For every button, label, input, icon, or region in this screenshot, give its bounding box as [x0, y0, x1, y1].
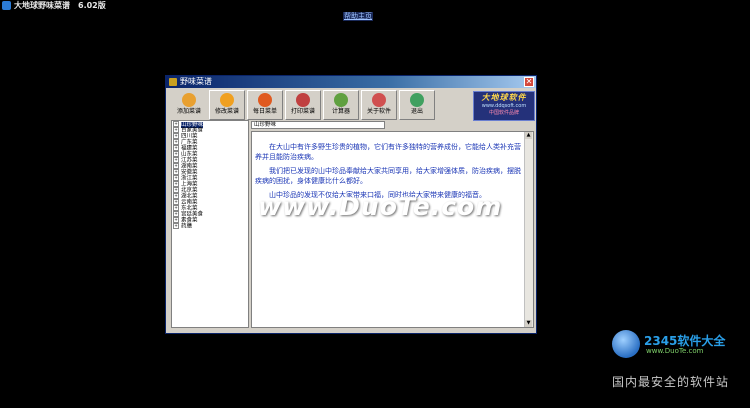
expand-icon[interactable]: + [173, 223, 179, 229]
vertical-scrollbar[interactable]: ▲ ▼ [524, 132, 533, 327]
outer-title: 大地球野味菜谱 6.02版 [14, 1, 106, 10]
print-icon [296, 93, 310, 107]
logo-url: www.ddqsoft.com [481, 103, 527, 109]
calculator-label: 计算器 [331, 108, 350, 115]
add-recipe-button[interactable]: 添加菜谱 [171, 90, 207, 120]
outer-title-bar: 大地球野味菜谱 6.02版 [0, 0, 750, 12]
print-recipe-button[interactable]: 打印菜谱 [285, 90, 321, 120]
footer-caption: 国内最安全的软件站 [612, 375, 730, 389]
calculator-icon [334, 93, 348, 107]
footer-logo-url: www.DuoTe.com [646, 347, 704, 355]
cup-icon [612, 330, 640, 358]
add-recipe-icon [182, 93, 196, 107]
daily-menu-icon [258, 93, 272, 107]
content-paragraph: 我们把已发现的山中珍品奉献给大家共同享用，给大家增强体质，防治疾病，摆脱疾病的困… [255, 167, 521, 185]
about-icon [372, 93, 386, 107]
exit-button[interactable]: 退出 [399, 90, 435, 120]
edit-recipe-icon [220, 93, 234, 107]
close-button[interactable]: ✕ [524, 77, 534, 87]
daily-menu-label: 每日菜单 [252, 108, 277, 115]
tree-item-label: 药膳 [181, 223, 193, 230]
exit-icon [410, 93, 424, 107]
window-title-bar[interactable]: 野味菜谱 ✕ [166, 76, 536, 88]
toolbar: 添加菜谱 修改菜谱 每日菜单 打印菜谱 计算器 关于软件 退出 大地球软件 ww [171, 89, 535, 121]
edit-recipe-label: 修改菜谱 [214, 108, 239, 115]
daily-menu-button[interactable]: 每日菜单 [247, 90, 283, 120]
print-recipe-label: 打印菜谱 [290, 108, 315, 115]
exit-label: 退出 [410, 108, 423, 115]
edit-recipe-button[interactable]: 修改菜谱 [209, 90, 245, 120]
content-paragraph: 在大山中有许多野生珍贵的植物，它们有许多独特的营养成份，它能给人类补充营养并且能… [255, 143, 521, 161]
add-recipe-label: 添加菜谱 [176, 108, 201, 115]
brand-logo: 大地球软件 www.ddqsoft.com 中国软件品牌 [473, 91, 535, 121]
about-button[interactable]: 关于软件 [361, 90, 397, 120]
category-breadcrumb: 山珍野味 [251, 121, 385, 129]
calculator-button[interactable]: 计算器 [323, 90, 359, 120]
help-homepage-link[interactable]: 帮助主页 [343, 12, 373, 21]
logo-name: 大地球软件 [481, 93, 527, 102]
app-icon [2, 1, 11, 10]
window-icon [169, 78, 177, 86]
watermark: www.DuoTe.com [258, 192, 503, 221]
recipe-content[interactable]: 在大山中有许多野生珍贵的植物，它们有许多独特的营养成份，它能给人类补充营养并且能… [251, 131, 534, 328]
scroll-down-icon[interactable]: ▼ [525, 320, 532, 327]
logo-slogan: 中国软件品牌 [488, 110, 519, 116]
window-title: 野味菜谱 [180, 77, 212, 86]
category-tree[interactable]: + 山珍野味 + 百家美食 + 四川菜 + 广东菜 + 福建菜 + 山东菜 + 江苏菜 + 湖南… [171, 120, 249, 328]
about-label: 关于软件 [366, 108, 391, 115]
scroll-up-icon[interactable]: ▲ [525, 132, 532, 139]
tree-item[interactable]: + 药膳 [172, 223, 248, 230]
